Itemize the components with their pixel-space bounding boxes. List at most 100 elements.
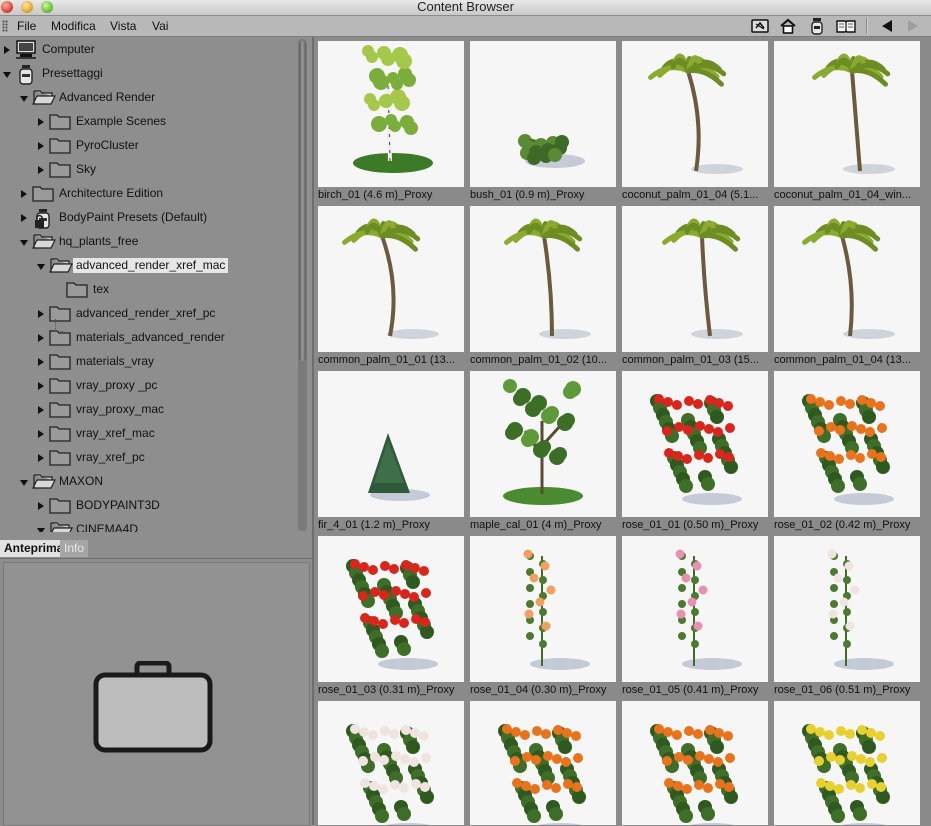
tree-scrollbar-thumb[interactable] bbox=[299, 41, 306, 361]
preset-label: common_palm_01_04 (13... bbox=[774, 354, 911, 366]
tree-item-hq-plants-free[interactable]: hq_plants_free bbox=[0, 230, 296, 254]
expand-arrow-icon[interactable] bbox=[38, 118, 44, 126]
forward-arrow-icon[interactable] bbox=[903, 17, 923, 35]
preset-thumbnail[interactable] bbox=[318, 701, 464, 825]
preset-thumbnail[interactable] bbox=[622, 701, 768, 825]
grip-handle[interactable] bbox=[2, 20, 8, 32]
expand-arrow-icon[interactable] bbox=[21, 190, 27, 198]
preset-item[interactable] bbox=[315, 697, 465, 825]
locked-jar-icon bbox=[32, 208, 54, 229]
expand-arrow-icon[interactable] bbox=[21, 214, 27, 222]
expand-arrow-icon[interactable] bbox=[38, 502, 44, 510]
preset-item[interactable]: coconut_palm_01_04 (5.1... bbox=[619, 37, 769, 202]
tree-item-vray-proxy-pc[interactable]: vray_proxy _pc bbox=[0, 374, 296, 398]
preset-item[interactable] bbox=[771, 697, 921, 825]
preset-thumbnail[interactable] bbox=[774, 41, 920, 187]
preset-thumbnail[interactable] bbox=[470, 701, 616, 825]
preset-thumbnail[interactable] bbox=[318, 536, 464, 682]
preset-item[interactable]: fir_4_01 (1.2 m)_Proxy bbox=[315, 367, 465, 532]
expand-arrow-icon[interactable] bbox=[4, 46, 10, 54]
tree-item-advanced-render-xref-mac[interactable]: advanced_render_xref_mac bbox=[0, 254, 296, 278]
preset-thumbnail[interactable] bbox=[622, 206, 768, 352]
preset-thumbnail[interactable] bbox=[774, 536, 920, 682]
tree-item-sky[interactable]: Sky bbox=[0, 158, 296, 182]
preset-item[interactable]: bush_01 (0.9 m)_Proxy bbox=[467, 37, 617, 202]
tree-item-maxon[interactable]: MAXON bbox=[0, 470, 296, 494]
preset-thumbnail[interactable] bbox=[470, 206, 616, 352]
expand-arrow-icon[interactable] bbox=[38, 142, 44, 150]
tree-item-architecture-edition[interactable]: Architecture Edition bbox=[0, 182, 296, 206]
tree-item-pyrocluster[interactable]: PyroCluster bbox=[0, 134, 296, 158]
preset-item[interactable]: coconut_palm_01_04_win... bbox=[771, 37, 921, 202]
tree-item-example-scenes[interactable]: Example Scenes bbox=[0, 110, 296, 134]
collapse-arrow-icon[interactable] bbox=[3, 72, 11, 78]
tree-item-computer[interactable]: Computer bbox=[0, 38, 296, 62]
preset-item[interactable] bbox=[619, 697, 769, 825]
tree-item-presettaggi[interactable]: Presettaggi bbox=[0, 62, 296, 86]
menu-vista[interactable]: Vista bbox=[110, 18, 136, 34]
home-icon[interactable] bbox=[778, 17, 798, 35]
expand-arrow-icon[interactable] bbox=[38, 310, 44, 318]
back-arrow-icon[interactable] bbox=[877, 17, 897, 35]
expand-arrow-icon[interactable] bbox=[38, 454, 44, 462]
preset-library-icon[interactable] bbox=[807, 17, 827, 35]
preset-item[interactable]: rose_01_04 (0.30 m)_Proxy bbox=[467, 532, 617, 697]
preset-item[interactable]: rose_01_03 (0.31 m)_Proxy bbox=[315, 532, 465, 697]
tree-item-vray-proxy-mac[interactable]: vray_proxy_mac bbox=[0, 398, 296, 422]
tab-anteprima[interactable]: Anteprima bbox=[0, 540, 68, 557]
expand-arrow-icon[interactable] bbox=[38, 358, 44, 366]
preset-item[interactable]: common_palm_01_04 (13... bbox=[771, 202, 921, 367]
book-icon[interactable] bbox=[836, 17, 856, 35]
preset-thumbnail[interactable] bbox=[774, 206, 920, 352]
preset-item[interactable]: common_palm_01_02 (10... bbox=[467, 202, 617, 367]
preset-item[interactable]: common_palm_01_01 (13... bbox=[315, 202, 465, 367]
preset-thumbnail[interactable] bbox=[318, 371, 464, 517]
preset-item[interactable]: rose_01_06 (0.51 m)_Proxy bbox=[771, 532, 921, 697]
tree-item-bodypaint-presets-default[interactable]: BodyPaint Presets (Default) bbox=[0, 206, 296, 230]
collapse-arrow-icon[interactable] bbox=[37, 264, 45, 270]
tree-item-cinema4d[interactable]: CINEMA4D bbox=[0, 518, 296, 532]
expand-arrow-icon[interactable] bbox=[38, 334, 44, 342]
menu-file[interactable]: File bbox=[17, 18, 36, 34]
preset-thumbnail[interactable] bbox=[470, 41, 616, 187]
tree-item-vray-xref-pc[interactable]: vray_xref_pc bbox=[0, 446, 296, 470]
preset-item[interactable]: birch_01 (4.6 m)_Proxy bbox=[315, 37, 465, 202]
preset-label: coconut_palm_01_04_win... bbox=[774, 189, 911, 201]
preset-thumbnail[interactable] bbox=[774, 701, 920, 825]
preset-item[interactable]: common_palm_01_03 (15... bbox=[619, 202, 769, 367]
tree-item-materials-advanced-render[interactable]: materials_advanced_render bbox=[0, 326, 296, 350]
tab-info[interactable]: Info bbox=[60, 540, 89, 557]
collapse-arrow-icon[interactable] bbox=[20, 96, 28, 102]
tree-item-advanced-render[interactable]: Advanced Render bbox=[0, 86, 296, 110]
toolbar-separator bbox=[866, 18, 868, 34]
preset-item[interactable] bbox=[467, 697, 617, 825]
tree-item-bodypaint3d[interactable]: BODYPAINT3D bbox=[0, 494, 296, 518]
preset-item[interactable]: rose_01_05 (0.41 m)_Proxy bbox=[619, 532, 769, 697]
tree-item-label: BodyPaint Presets (Default) bbox=[59, 210, 208, 224]
preset-item[interactable]: maple_cal_01 (4 m)_Proxy bbox=[467, 367, 617, 532]
collapse-arrow-icon[interactable] bbox=[20, 480, 28, 486]
expand-arrow-icon[interactable] bbox=[38, 430, 44, 438]
expand-arrow-icon[interactable] bbox=[38, 406, 44, 414]
preset-item[interactable]: rose_01_01 (0.50 m)_Proxy bbox=[619, 367, 769, 532]
preset-thumbnail[interactable] bbox=[318, 206, 464, 352]
menu-vai[interactable]: Vai bbox=[152, 18, 168, 34]
preset-thumbnail[interactable] bbox=[622, 41, 768, 187]
collapse-arrow-icon[interactable] bbox=[20, 240, 28, 246]
preset-item[interactable]: rose_01_02 (0.42 m)_Proxy bbox=[771, 367, 921, 532]
collapse-arrow-icon[interactable] bbox=[37, 528, 45, 532]
tree-item-advanced-render-xref-pc[interactable]: advanced_render_xref_pc bbox=[0, 302, 296, 326]
tree-item-materials-vray[interactable]: materials_vray bbox=[0, 350, 296, 374]
tree-item-vray-xref-mac[interactable]: vray_xref_mac bbox=[0, 422, 296, 446]
preset-thumbnail[interactable] bbox=[470, 371, 616, 517]
expand-arrow-icon[interactable] bbox=[38, 166, 44, 174]
preset-thumbnail[interactable] bbox=[622, 536, 768, 682]
preset-thumbnail[interactable] bbox=[318, 41, 464, 187]
preset-thumbnail[interactable] bbox=[774, 371, 920, 517]
sync-icon[interactable] bbox=[750, 17, 770, 35]
menu-modifica[interactable]: Modifica bbox=[51, 18, 96, 34]
preset-thumbnail[interactable] bbox=[622, 371, 768, 517]
tree-item-tex[interactable]: tex bbox=[0, 278, 296, 302]
preset-thumbnail[interactable] bbox=[470, 536, 616, 682]
expand-arrow-icon[interactable] bbox=[38, 382, 44, 390]
